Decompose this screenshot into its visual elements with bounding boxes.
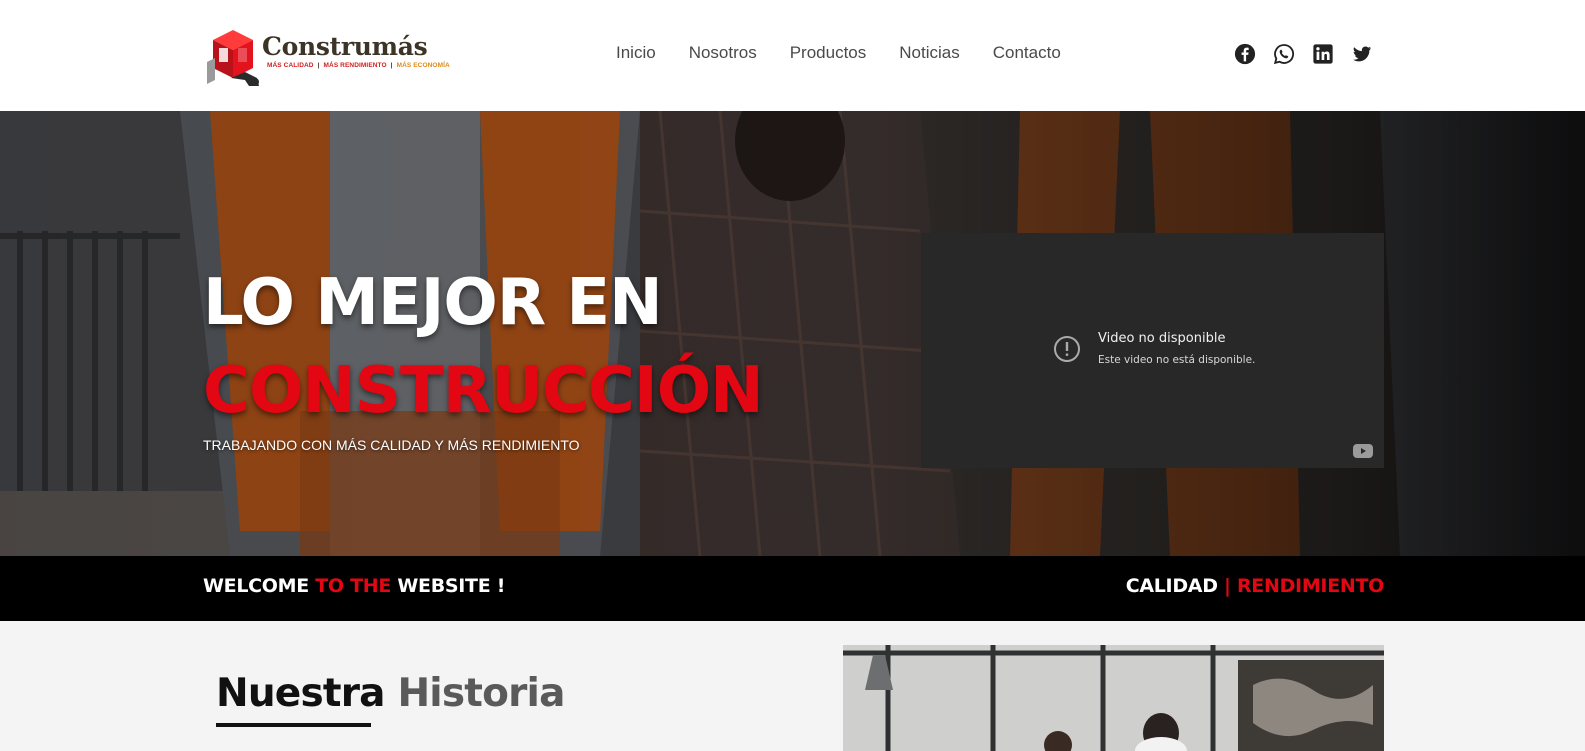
history-heading: Nuestra Historia: [216, 671, 565, 716]
nav-link-inicio[interactable]: Inicio: [616, 43, 656, 63]
nav-link-productos[interactable]: Productos: [790, 43, 867, 63]
nav-link-contacto[interactable]: Contacto: [993, 43, 1061, 63]
video-embed[interactable]: Video no disponible Este video no está d…: [921, 233, 1384, 468]
hero-section: LO MEJOR EN CONSTRUCCIÓN TRABAJANDO CON …: [0, 111, 1585, 556]
logo-tagline: MÁS CALIDAD | MÁS RENDIMIENTO | MÁS ECONOMÍA: [267, 62, 450, 69]
video-unavailable-title: Video no disponible: [1098, 331, 1226, 346]
slogan-rendimiento: | RENDIMIENTO: [1224, 575, 1384, 597]
welcome-highlight: TO THE: [315, 575, 392, 597]
logo-name: Construmás: [262, 32, 428, 61]
slogan-calidad: CALIDAD: [1125, 575, 1218, 597]
site-header: Construmás MÁS CALIDAD | MÁS RENDIMIENTO | M…: [0, 0, 1585, 111]
alert-circle-icon: [1054, 336, 1080, 362]
welcome-text: WELCOME TO THE WEBSITE !: [203, 575, 505, 597]
hero-title-line-1: LO MEJOR EN: [203, 266, 663, 340]
video-unavailable-message: Este video no está disponible.: [1098, 354, 1256, 366]
tagline-separator: |: [390, 62, 393, 69]
tagline-separator: |: [317, 62, 320, 69]
twitter-icon[interactable]: [1351, 43, 1373, 65]
history-section: Nuestra Historia: [0, 621, 1585, 751]
tagline-rendimiento: MÁS RENDIMIENTO: [323, 62, 387, 69]
tagline-calidad: MÁS CALIDAD: [267, 62, 314, 69]
linkedin-icon[interactable]: [1312, 43, 1334, 65]
hero-subtitle: TRABAJANDO CON MÁS CALIDAD Y MÁS RENDIMI…: [203, 437, 580, 453]
youtube-icon[interactable]: [1353, 444, 1373, 458]
history-heading-word-2: Historia: [397, 671, 565, 716]
facebook-icon[interactable]: [1234, 43, 1256, 65]
cube-logo-icon: [207, 30, 259, 86]
welcome-strip: WELCOME TO THE WEBSITE ! CALIDAD | RENDI…: [0, 556, 1585, 621]
whatsapp-icon[interactable]: [1273, 43, 1295, 65]
hero-title-line-2: CONSTRUCCIÓN: [203, 354, 764, 428]
welcome-word: WELCOME: [203, 575, 309, 597]
quality-slogan: CALIDAD | RENDIMIENTO: [1125, 575, 1385, 597]
heading-underline: [216, 723, 371, 727]
site-logo[interactable]: Construmás MÁS CALIDAD | MÁS RENDIMIENTO | M…: [205, 20, 450, 90]
nav-link-nosotros[interactable]: Nosotros: [689, 43, 757, 63]
tagline-economia: MÁS ECONOMÍA: [396, 62, 450, 69]
main-nav: Inicio Nosotros Productos Noticias Conta…: [616, 43, 1094, 63]
history-heading-word-1: Nuestra: [216, 671, 385, 716]
office-team-image: [843, 645, 1384, 751]
social-links: [1234, 43, 1373, 65]
welcome-website: WEBSITE !: [397, 575, 506, 597]
nav-link-noticias[interactable]: Noticias: [899, 43, 959, 63]
